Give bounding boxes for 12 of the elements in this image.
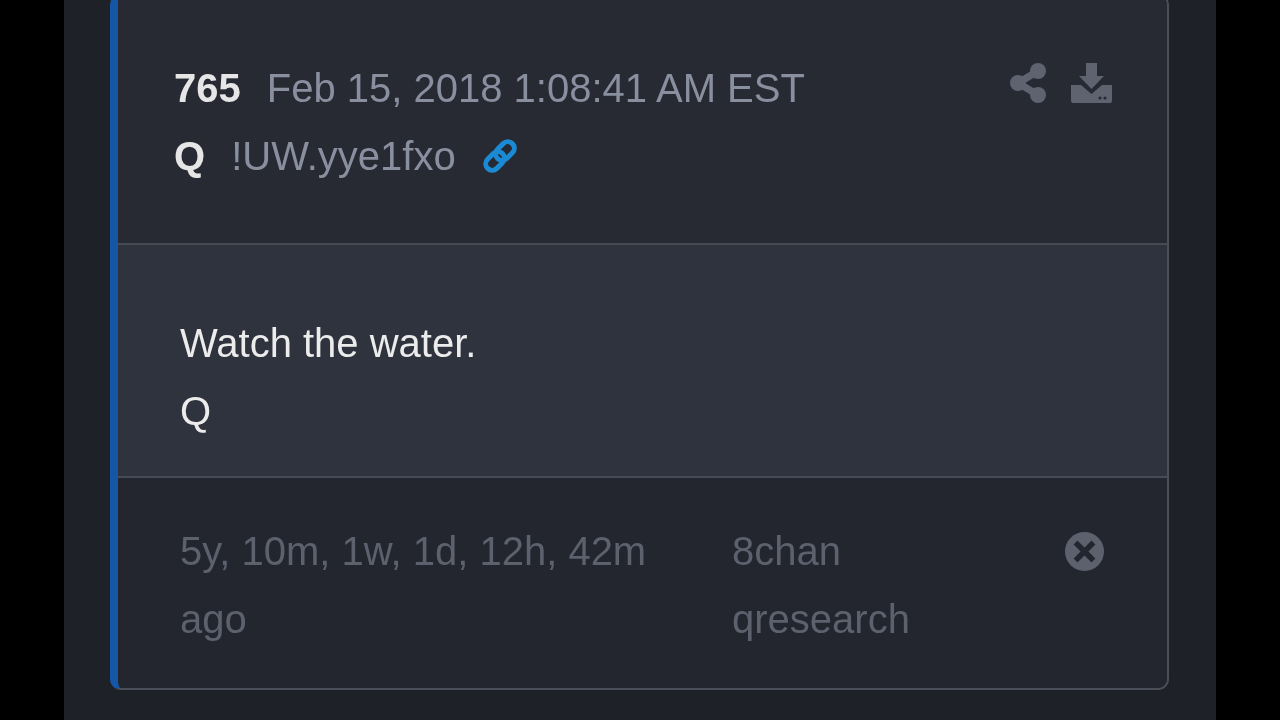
share-icon[interactable] — [1010, 63, 1046, 103]
post-number: 765 — [174, 65, 241, 111]
author-name: Q — [174, 133, 206, 179]
source-label: 8chan — [732, 528, 841, 575]
elapsed-time: 5y, 10m, 1w, 1d, 12h, 42m ago — [180, 528, 648, 643]
download-icon[interactable] — [1071, 63, 1112, 103]
source-label: qresearch — [732, 596, 910, 643]
close-icon[interactable] — [1065, 532, 1104, 571]
post-text: Q — [180, 388, 212, 435]
post-timestamp: Feb 15, 2018 1:08:41 AM EST — [266, 65, 805, 111]
post-text: Watch the water. — [180, 320, 477, 367]
tripcode: !UW.yye1fxo — [231, 133, 456, 179]
